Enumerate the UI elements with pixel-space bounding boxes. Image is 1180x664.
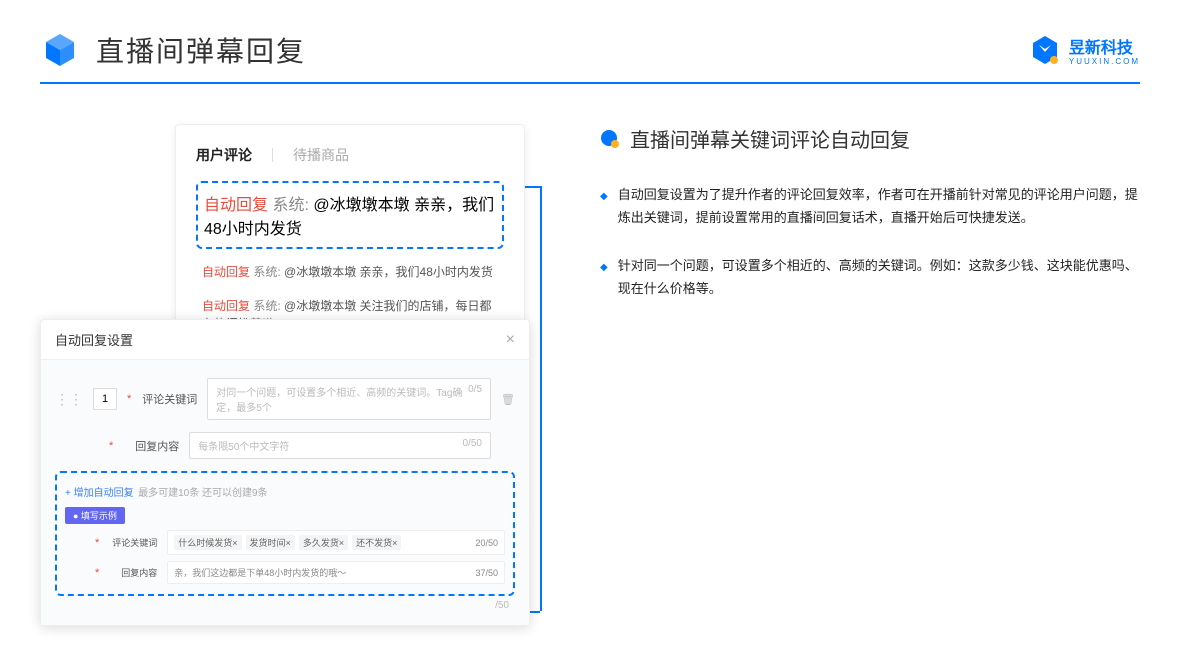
required-icon: * — [109, 440, 113, 452]
index-box: 1 — [93, 388, 117, 410]
trash-icon[interactable]: 🗑 — [501, 393, 515, 406]
placeholder: 对同一个问题，可设置多个相近、高频的关键词。Tag确定，最多5个 — [216, 384, 468, 414]
brand-name: 昱新科技 — [1069, 34, 1140, 58]
required-icon: * — [95, 567, 99, 579]
required-icon: * — [95, 537, 99, 549]
auto-reply-badge: 自动回复 — [202, 265, 250, 279]
placeholder: 每条限50个中文字符 — [198, 438, 289, 453]
auto-reply-badge: 自动回复 — [204, 197, 268, 214]
keyword-input[interactable]: 对同一个问题，可设置多个相近、高频的关键词。Tag确定，最多5个 0/5 — [207, 378, 491, 420]
form-row-content: * 回复内容 每条限50个中文字符 0/50 — [55, 432, 515, 459]
bullet-item: ◆ 自动回复设置为了提升作者的评论回复效率，作者可在开播前针对常见的评论用户问题… — [600, 183, 1140, 230]
section-header: 直播间弹幕关键词评论自动回复 — [600, 124, 1140, 153]
tag[interactable]: 什么时候发货× — [174, 535, 241, 550]
bullet-item: ◆ 针对同一个问题，可设置多个相近的、高频的关键词。例如：这款多少钱、这块能优惠… — [600, 254, 1140, 301]
add-rule-link[interactable]: + 增加自动回复 — [65, 488, 134, 499]
example-content-row: * 回复内容 亲，我们这边都是下单48小时内发货的哦～ 37/50 — [65, 561, 505, 584]
brand: 昱新科技 YUUXIN.COM — [1029, 34, 1140, 66]
keyword-label: 评论关键词 — [141, 391, 197, 407]
page-title: 直播间弹幕回复 — [96, 30, 306, 70]
example-badge: ● 填写示例 — [65, 507, 125, 524]
counter: 0/5 — [468, 384, 482, 414]
brand-text-block: 昱新科技 YUUXIN.COM — [1069, 34, 1140, 66]
bullet-text: 针对同一个问题，可设置多个相近的、高频的关键词。例如：这款多少钱、这块能优惠吗、… — [618, 254, 1140, 301]
content-label: 回复内容 — [123, 438, 179, 454]
tag-group: 什么时候发货× 发货时间× 多久发货× 还不发货× — [174, 535, 401, 550]
required-icon: * — [127, 393, 131, 405]
section-title: 直播间弹幕关键词评论自动回复 — [630, 124, 910, 153]
bullet-text: 自动回复设置为了提升作者的评论回复效率，作者可在开播前针对常见的评论用户问题，提… — [618, 183, 1140, 230]
ex-content-text: 亲，我们这边都是下单48小时内发货的哦～ — [174, 566, 346, 579]
diamond-icon: ◆ — [600, 188, 608, 230]
settings-title: 自动回复设置 — [55, 330, 133, 349]
comment-row: 自动回复 系统: @冰墩墩本墩 亲亲，我们48小时内发货 — [196, 255, 504, 289]
counter: 37/50 — [475, 568, 498, 578]
example-keyword-input[interactable]: 什么时候发货× 发货时间× 多久发货× 还不发货× 20/50 — [167, 530, 505, 555]
ex-kw-label: 评论关键词 — [109, 536, 157, 549]
example-keyword-row: * 评论关键词 什么时候发货× 发货时间× 多久发货× 还不发货× 20/50 — [65, 530, 505, 555]
tag[interactable]: 发货时间× — [246, 535, 295, 550]
outer-counter: /50 — [55, 600, 515, 611]
right-panel: 直播间弹幕关键词评论自动回复 ◆ 自动回复设置为了提升作者的评论回复效率，作者可… — [600, 124, 1140, 354]
system-label: 系统: — [272, 197, 313, 214]
counter: 20/50 — [475, 538, 498, 548]
settings-card: 自动回复设置 × ⋮⋮ 1 * 评论关键词 对同一个问题，可设置多个相近、高频的… — [40, 319, 530, 626]
example-content-input[interactable]: 亲，我们这边都是下单48小时内发货的哦～ 37/50 — [167, 561, 505, 584]
tab-products[interactable]: 待播商品 — [293, 145, 349, 165]
settings-header: 自动回复设置 × — [41, 320, 529, 360]
example-highlight: + 增加自动回复 最多可建10条 还可以创建9条 ● 填写示例 * 评论关键词 … — [55, 471, 515, 596]
tab-comments[interactable]: 用户评论 — [196, 145, 252, 165]
tag[interactable]: 多久发货× — [299, 535, 348, 550]
connector-line — [525, 186, 540, 188]
close-icon[interactable]: × — [506, 331, 515, 349]
connector-line — [540, 186, 542, 611]
ex-ct-label: 回复内容 — [109, 566, 157, 579]
left-panel: 用户评论 待播商品 自动回复 系统: @冰墩墩本墩 亲亲，我们48小时内发货 自… — [40, 124, 540, 354]
slide-header: 直播间弹幕回复 昱新科技 YUUXIN.COM — [0, 0, 1180, 70]
brand-url: YUUXIN.COM — [1069, 58, 1140, 66]
auto-reply-badge: 自动回复 — [202, 299, 250, 313]
diamond-icon: ◆ — [600, 259, 608, 301]
brand-logo-icon — [1029, 34, 1061, 66]
header-left: 直播间弹幕回复 — [40, 30, 306, 70]
tabs: 用户评论 待播商品 — [196, 145, 504, 165]
counter: 0/50 — [463, 438, 482, 453]
form-row-keyword: ⋮⋮ 1 * 评论关键词 对同一个问题，可设置多个相近、高频的关键词。Tag确定… — [55, 378, 515, 420]
tab-divider — [272, 148, 273, 162]
system-label: 系统: — [253, 265, 284, 279]
settings-body: ⋮⋮ 1 * 评论关键词 对同一个问题，可设置多个相近、高频的关键词。Tag确定… — [41, 360, 529, 625]
system-label: 系统: — [253, 299, 284, 313]
add-hint: 最多可建10条 还可以创建9条 — [138, 488, 267, 499]
main-content: 用户评论 待播商品 自动回复 系统: @冰墩墩本墩 亲亲，我们48小时内发货 自… — [0, 84, 1180, 354]
content-input[interactable]: 每条限50个中文字符 0/50 — [189, 432, 491, 459]
highlighted-comment: 自动回复 系统: @冰墩墩本墩 亲亲，我们48小时内发货 — [196, 181, 504, 249]
drag-icon[interactable]: ⋮⋮ — [55, 391, 83, 408]
bubble-icon — [600, 129, 620, 149]
tag[interactable]: 还不发货× — [352, 535, 401, 550]
comment-text: @冰墩墩本墩 亲亲，我们48小时内发货 — [284, 265, 493, 279]
cube-icon — [40, 30, 80, 70]
